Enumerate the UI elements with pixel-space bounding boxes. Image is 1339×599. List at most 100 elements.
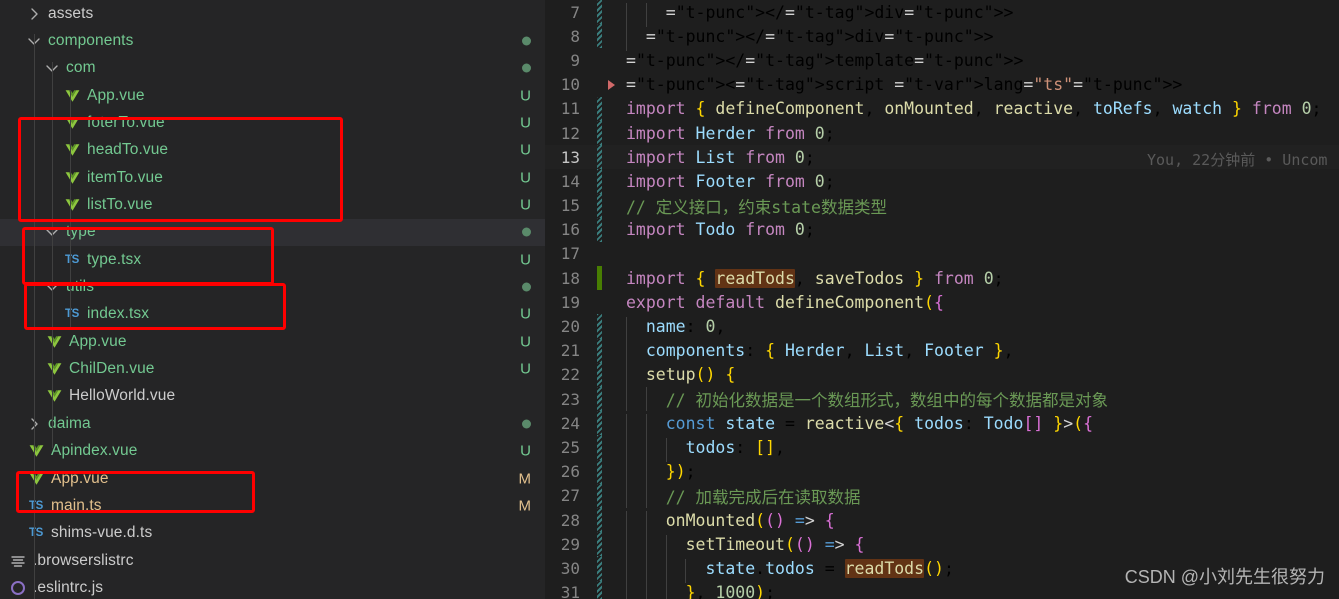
git-status-badge: M	[518, 497, 532, 515]
tree-row-app-vue[interactable]: App.vue M	[0, 465, 545, 492]
folder-change-dot	[522, 63, 531, 73]
code-line[interactable]: 22 setup() {	[545, 362, 1339, 390]
tree-item-label: foterTo.vue	[87, 114, 165, 132]
tree-row-type-tsx[interactable]: TS type.tsx U	[0, 246, 545, 273]
tree-row-app-vue[interactable]: App.vue U	[0, 328, 545, 355]
code-line[interactable]: 20 name: 0,	[545, 314, 1339, 342]
code-line[interactable]: 25 todos: [],	[545, 435, 1339, 463]
code-line[interactable]: 16 import Todo from 0;	[545, 217, 1339, 242]
tree-row-type[interactable]: type	[0, 218, 545, 247]
fold-slot	[602, 460, 620, 484]
vscode-window: assets components com App.vue UfoterTo.vue Uh…	[0, 0, 1339, 599]
tree-row-apindex-vue[interactable]: Apindex.vue U	[0, 438, 545, 465]
fold-slot	[602, 145, 620, 169]
code-line[interactable]: 10 ="t-punc"><="t-tag">script ="t-var">la…	[545, 73, 1339, 97]
line-number: 21	[560, 341, 580, 361]
tree-item-label: daima	[48, 414, 91, 432]
code-line[interactable]: 18 import { readTods, saveTodos } from 0;	[545, 266, 1339, 291]
tree-item-label: type.tsx	[87, 250, 142, 268]
fold-marker-icon[interactable]	[602, 73, 620, 97]
tree-row-index-tsx[interactable]: TS index.tsx U	[0, 301, 545, 328]
code-line[interactable]: 7 ="t-punc"></="t-tag">div="t-punc">>	[545, 0, 1339, 27]
code-line[interactable]: 11 import { defineComponent, onMounted, r…	[545, 96, 1339, 121]
indent-guide	[626, 462, 627, 487]
tree-row-assets[interactable]: assets	[0, 0, 545, 27]
indent-guide	[665, 558, 667, 584]
fold-slot	[602, 266, 620, 290]
eslint-icon	[8, 579, 28, 597]
code-line[interactable]: 28 onMounted(() => {	[545, 507, 1339, 535]
code-line[interactable]: 19 export default defineComponent({	[545, 290, 1339, 314]
tree-item-label: headTo.vue	[87, 141, 169, 159]
indent-guide	[645, 437, 647, 463]
tree-row-components[interactable]: components	[0, 27, 545, 54]
code-text: todos: [],	[620, 437, 1339, 463]
chevron-right-icon[interactable]	[26, 6, 42, 22]
indent-guide	[626, 365, 627, 390]
tree-row-com[interactable]: com	[0, 55, 545, 82]
indent-guide	[626, 534, 627, 559]
tree-row-itemto-vue[interactable]: itemTo.vue U	[0, 164, 545, 191]
code-line[interactable]: 23 // 初始化数据是一个数组形式，数组中的每个数据都是对象	[545, 387, 1339, 412]
tree-indent-guide	[34, 34, 35, 599]
tree-row-helloworld-vue[interactable]: HelloWorld.vue	[0, 383, 545, 410]
code-line[interactable]: 14 import Footer from 0;	[545, 169, 1339, 194]
tree-row--browserslistrc[interactable]: .browserslistrc	[0, 547, 545, 574]
typescript-file-icon: TS	[28, 527, 44, 540]
line-number: 18	[560, 268, 580, 288]
code-line[interactable]: 29 setTimeout(() => {	[545, 532, 1339, 559]
git-blame-annotation: You, 22分钟前 • Uncom	[1147, 151, 1328, 170]
tree-row-foterto-vue[interactable]: foterTo.vue U	[0, 109, 545, 136]
tree-item-label: listTo.vue	[87, 196, 153, 214]
line-number: 23	[560, 389, 580, 409]
tree-item-label: .eslintrc.js	[33, 578, 104, 596]
tree-row-childen-vue[interactable]: ChilDen.vue U	[0, 355, 545, 382]
indent-guide	[626, 583, 627, 599]
fold-slot	[602, 484, 620, 508]
tree-row-main-ts[interactable]: TS main.ts M	[0, 492, 545, 519]
vue-file-icon	[62, 169, 82, 187]
fold-slot	[602, 387, 620, 411]
fold-slot	[602, 194, 620, 218]
indent-guide	[645, 510, 647, 535]
file-explorer-sidebar[interactable]: assets components com App.vue UfoterTo.vue Uh…	[0, 0, 545, 599]
indent-guide	[626, 387, 627, 412]
line-number: 19	[560, 292, 580, 312]
indent-guide	[626, 558, 627, 584]
code-line[interactable]: 24 const state = reactive<{ todos: Todo[…	[545, 411, 1339, 438]
code-line[interactable]: 15 // 定义接口，约束state数据类型	[545, 193, 1339, 218]
code-line[interactable]: 21 components: { Herder, List, Footer },	[545, 338, 1339, 366]
tree-row-daima[interactable]: daima	[0, 410, 545, 437]
git-status-badge: U	[520, 196, 531, 214]
code-text: ="t-punc"><="t-tag">script ="t-var">lang…	[626, 75, 1183, 95]
code-text: const state = reactive<{ todos: Todo[] }…	[620, 413, 1339, 438]
tree-row-app-vue[interactable]: App.vue U	[0, 82, 545, 109]
tree-row-shims-vue-d-ts[interactable]: TS shims-vue.d.ts	[0, 520, 545, 547]
indent-guide	[645, 534, 647, 559]
git-status-badge: U	[520, 114, 531, 132]
typescript-file-icon: TS	[28, 499, 44, 512]
git-status-badge: U	[520, 442, 531, 460]
line-number: 9	[570, 50, 580, 70]
code-line[interactable]: 9 ="t-punc"></="t-tag">template="t-punc">…	[545, 48, 1339, 72]
indent-guide	[645, 483, 647, 509]
code-text: import Todo from 0;	[626, 220, 815, 240]
code-lines[interactable]: 7 ="t-punc"></="t-tag">div="t-punc">> 8 =…	[545, 0, 1339, 599]
git-status-badge: U	[520, 360, 531, 378]
file-tree[interactable]: assets components com App.vue UfoterTo.vue Uh…	[0, 0, 545, 599]
code-editor[interactable]: 7 ="t-punc"></="t-tag">div="t-punc">> 8 =…	[545, 0, 1339, 599]
fold-slot	[602, 532, 620, 556]
line-number: 17	[560, 244, 580, 264]
code-line[interactable]: 26 });	[545, 459, 1339, 487]
code-line[interactable]: 17	[545, 242, 1339, 266]
code-line[interactable]: 27 // 加载完成后在读取数据	[545, 483, 1339, 509]
tree-row-utils[interactable]: utils	[0, 273, 545, 300]
tree-row-listto-vue[interactable]: listTo.vue U	[0, 191, 545, 218]
code-line[interactable]: 8 ="t-punc"></="t-tag">div="t-punc">>	[545, 24, 1339, 51]
vue-file-icon	[44, 387, 64, 405]
tree-row-headto-vue[interactable]: headTo.vue U	[0, 137, 545, 164]
code-text: onMounted(() => {	[620, 510, 1339, 535]
tree-row--eslintrc-js[interactable]: .eslintrc.js	[0, 574, 545, 599]
indent-guide	[626, 413, 627, 438]
code-line[interactable]: 12 import Herder from 0;	[545, 120, 1339, 146]
